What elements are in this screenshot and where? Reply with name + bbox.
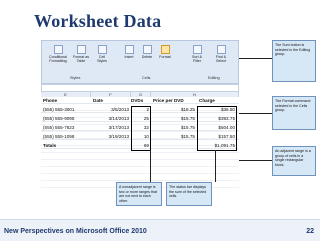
ribbon-button-label: Conditional Formatting [49, 55, 67, 63]
slide-title-bar: Worksheet Data [0, 0, 320, 44]
ribbon-button-insert[interactable]: Insert [122, 45, 136, 59]
header-cell[interactable]: Date [93, 97, 129, 104]
ribbon-button-conditional-formatting[interactable]: Conditional Formatting [48, 45, 68, 63]
callout-leader-line [215, 150, 216, 182]
table-cell[interactable]: 3/17/2013 [93, 124, 129, 131]
callout-leader-line [150, 150, 151, 182]
ribbon-button-find-select[interactable]: Find & Select [212, 45, 230, 63]
conditional-formatting-icon [53, 45, 63, 54]
ribbon-button-label: Sort & Filter [192, 55, 202, 63]
table-cell[interactable]: (555) 555-1098 [43, 133, 89, 140]
ribbon-button-label: Format as Table [72, 55, 90, 63]
title-divider [8, 34, 312, 36]
callout-leader-line [239, 113, 272, 114]
formula-bar[interactable] [41, 84, 239, 92]
ribbon-button-label: Insert [124, 55, 134, 59]
table-cell[interactable]: 3/5/2013 [93, 106, 129, 113]
selected-range-dvds[interactable] [131, 106, 151, 151]
callout-leader-line [239, 160, 272, 161]
ribbon-button-label: Format [159, 55, 171, 59]
table-cell[interactable]: (555) 555-3001 [43, 106, 89, 113]
footer-text: New Perspectives on Microsoft Office 201… [4, 228, 147, 235]
selected-range-charge[interactable] [197, 106, 237, 151]
delete-icon [142, 45, 152, 54]
table-cell[interactable]: $18.25 [153, 106, 195, 113]
callout-text: An adjacent range is a group of cells in… [275, 149, 311, 167]
ribbon-button-delete[interactable]: Delete [140, 45, 154, 59]
table-cell[interactable]: Totals [43, 142, 89, 149]
header-cell[interactable]: Charge [199, 97, 237, 104]
ribbon-button-cell-styles[interactable]: Cell Styles [94, 45, 110, 63]
ribbon-button-label: Find & Select [215, 55, 227, 63]
ribbon-button-label: Cell Styles [97, 55, 107, 63]
header-cell[interactable]: Price per DVD [153, 97, 197, 104]
callout-adjacent-range: An adjacent range is a group of cells in… [272, 146, 316, 176]
table-cell[interactable]: 3/14/2013 [93, 115, 129, 122]
page-number: 22 [306, 228, 314, 235]
insert-icon [124, 45, 134, 54]
worksheet-grid: E F G H Phone Date DVDs Price per DVD Ch… [41, 92, 239, 188]
table-cell[interactable]: $15.75 [153, 133, 195, 140]
ribbon-button-format-as-table[interactable]: Format as Table [72, 45, 90, 63]
table-cell[interactable]: 3/19/2013 [93, 133, 129, 140]
table-cell[interactable] [93, 142, 129, 149]
table-cell[interactable]: (555) 555-7823 [43, 124, 89, 131]
table-cell[interactable]: $15.75 [153, 115, 195, 122]
callout-mid-right: The Format command selected in the Cells… [272, 96, 316, 130]
slide: Worksheet Data Conditional Formatting Fo… [0, 0, 320, 241]
format-table-icon [76, 45, 86, 54]
callout-text: A nonadjacent range is two or more range… [119, 185, 157, 203]
header-cell[interactable]: Phone [43, 97, 89, 104]
sort-filter-icon [192, 45, 202, 54]
slide-title: Worksheet Data [34, 11, 162, 31]
ribbon-group-label: Editing [208, 76, 220, 80]
table-header-row: Phone Date DVDs Price per DVD Charge [41, 97, 239, 104]
callout-leader-line [239, 58, 272, 59]
table-cell[interactable]: $15.75 [153, 124, 195, 131]
ribbon-button-label: Delete [141, 55, 153, 59]
format-icon [160, 45, 170, 54]
ribbon-group-label: Styles [70, 76, 81, 80]
ribbon-group-label: Cells [142, 76, 151, 80]
ribbon-button-sort-filter[interactable]: Sort & Filter [188, 45, 206, 63]
cell-styles-icon [97, 45, 107, 54]
table-cell[interactable] [153, 142, 195, 149]
ribbon-button-format[interactable]: Format [158, 45, 172, 59]
callout-text: The Format command selected in the Cells… [275, 99, 311, 113]
table-cell[interactable]: (555) 555-9095 [43, 115, 89, 122]
callout-text: The status bar displays the sum of the s… [169, 185, 207, 199]
callout-top-right: The Sum button is selected in the Editin… [272, 40, 316, 82]
header-cell[interactable]: DVDs [131, 97, 151, 104]
callout-text: The Sum button is selected in the Editin… [275, 43, 311, 57]
find-select-icon [216, 45, 226, 54]
excel-ribbon: Conditional Formatting Format as Table C… [41, 40, 239, 84]
callout-bottom-mid: The status bar displays the sum of the s… [166, 182, 212, 206]
callout-bottom-left: A nonadjacent range is two or more range… [116, 182, 162, 206]
